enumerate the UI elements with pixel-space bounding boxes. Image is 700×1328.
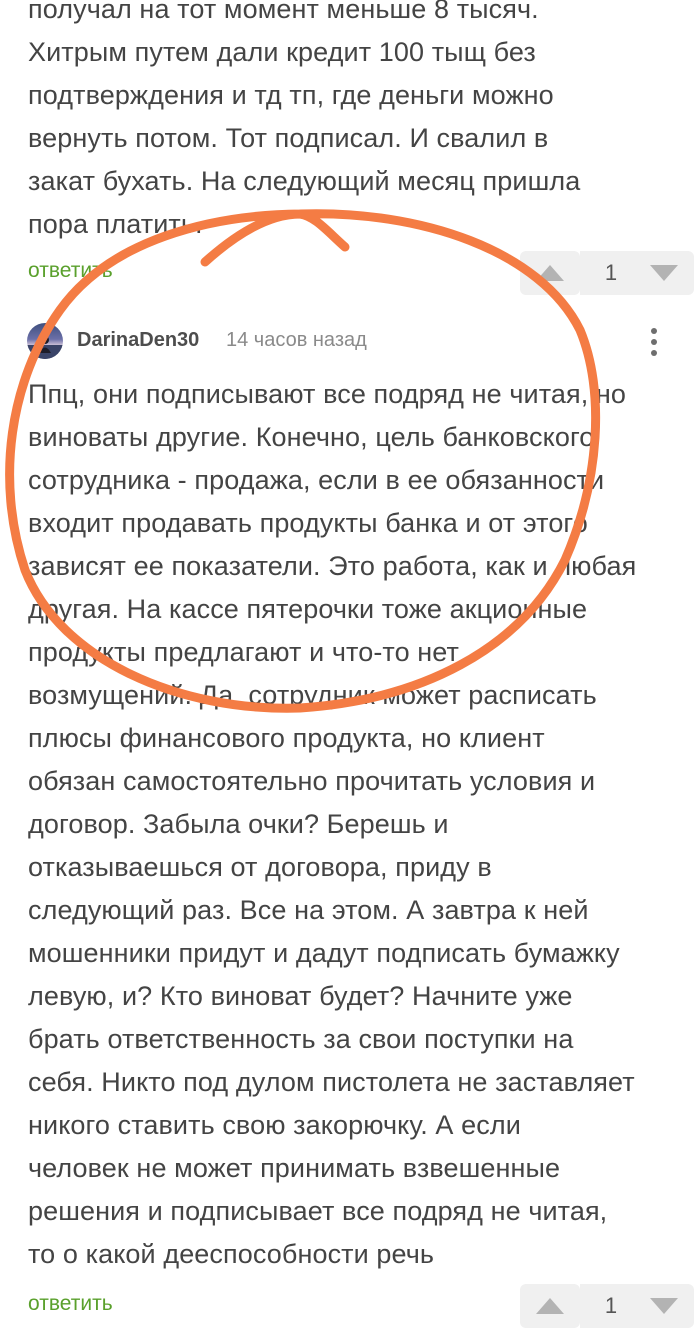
vote-score: 1 [580, 1284, 642, 1328]
comment-text-line: плюсы финансового продукта, но клиент [28, 723, 545, 753]
avatar[interactable] [27, 323, 63, 359]
comment-text-line: получал на тот момент меньше 8 тысяч. [28, 0, 539, 24]
reply-link[interactable]: ответить [28, 1292, 113, 1316]
comment-text-line: человек не может принимать взвешенные [28, 1153, 561, 1183]
comment-actions: ответить 1 [0, 1284, 700, 1328]
vote-controls: 1 [520, 251, 700, 295]
more-options-button[interactable] [644, 326, 664, 358]
comment-text-line: следующий раз. Все на этом. А завтра к н… [28, 895, 589, 925]
comment-text-line: отказываешься от договора, приду в [28, 852, 492, 882]
downvote-button[interactable] [634, 1284, 694, 1328]
comment-text-line: входит продавать продукты банка и от это… [28, 508, 588, 538]
comment-text-line: виноваты другие. Конечно, цель банковско… [28, 422, 595, 452]
downvote-arrow-icon [650, 265, 678, 281]
comment-body: Ппц, они подписывают все подряд не читая… [28, 373, 676, 1276]
reply-link[interactable]: ответить [28, 259, 113, 283]
more-vertical-icon [651, 328, 657, 356]
comment-text-line: решения и подписывает все подряд не чита… [28, 1196, 608, 1226]
comment-text-line: закат бухать. На следующий месяц пришла [28, 166, 581, 196]
comment-text-line: подтверждения и тд тп, где деньги можно [28, 80, 554, 110]
vote-controls: 1 [520, 1284, 700, 1328]
comment-text-line: мошенники придут и дадут подписать бумаж… [28, 938, 620, 968]
comment-text-line: зависят ее показатели. Это работа, как и… [28, 551, 637, 581]
comment-text-line: левую, и? Кто виноват будет? Начните уже [28, 981, 573, 1011]
vote-score: 1 [580, 251, 642, 295]
comment-text-line: Хитрым путем дали кредит 100 тыщ без [28, 37, 536, 67]
comment-text-line: другая. На кассе пятерочки тоже акционны… [28, 594, 588, 624]
upvote-button[interactable] [520, 1284, 580, 1328]
comment-text-line: возмущений. Да, сотрудник может расписат… [28, 680, 597, 710]
comment-text-line: себя. Никто под дулом пистолета не заста… [28, 1067, 635, 1097]
comment-text-line: то о какой дееспособности речь [28, 1239, 435, 1269]
comment-text-line: вернуть потом. Тот подписал. И свалил в [28, 123, 549, 153]
downvote-button[interactable] [634, 251, 694, 295]
comment-text-line: договор. Забыла очки? Берешь и [28, 809, 449, 839]
user-avatar-image [27, 336, 63, 359]
downvote-arrow-icon [650, 1298, 678, 1314]
upvote-arrow-icon [536, 265, 564, 281]
comment-header: DarinaDen30 14 часов назад [0, 320, 700, 364]
comment-text-line: сотрудника - продажа, если в ее обязанно… [28, 465, 605, 495]
comment-text-line: обязан самостоятельно прочитать условия … [28, 766, 596, 796]
comment-text-line: пора платить. [28, 209, 203, 239]
comment-timestamp: 14 часов назад [226, 329, 367, 351]
upvote-button[interactable] [520, 251, 580, 295]
previous-comment-actions: ответить 1 [0, 251, 700, 295]
upvote-arrow-icon [536, 1298, 564, 1314]
comment-text-line: продукты предлагают и что-то нет [28, 637, 459, 667]
author-name[interactable]: DarinaDen30 [77, 329, 199, 352]
comment-text-line: брать ответственность за свои поступки н… [28, 1024, 574, 1054]
comment-text-line: Ппц, они подписывают все подряд не читая… [28, 379, 627, 409]
previous-comment-body: получал на тот момент меньше 8 тысяч. Хи… [28, 0, 676, 246]
comment-text-line: никого ставить свою закорючку. А если [28, 1110, 521, 1140]
